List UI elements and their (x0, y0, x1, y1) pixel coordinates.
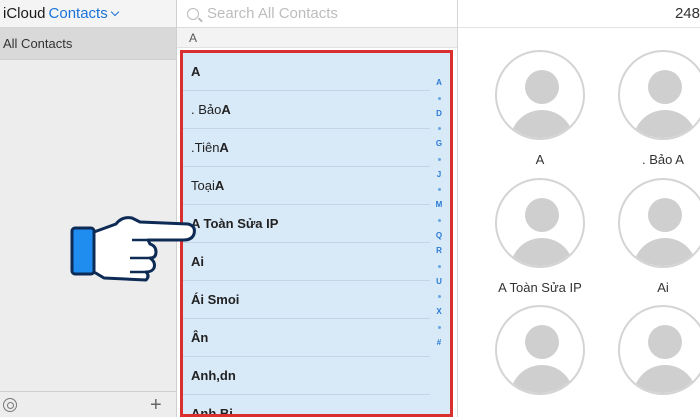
search-icon (187, 7, 199, 20)
avatar-body-icon (633, 365, 697, 393)
contact-name: A (221, 102, 231, 117)
index-dot[interactable] (437, 295, 441, 298)
index-letter[interactable]: M (436, 197, 443, 213)
avatar-head-icon (648, 198, 682, 232)
index-dot[interactable] (437, 188, 441, 191)
contact-name: Ái Smoi (191, 292, 240, 307)
contact-count: 248 (674, 5, 700, 22)
avatar-body-icon (633, 110, 697, 138)
contact-tile[interactable]: A Toàn Sửa IP (495, 178, 585, 295)
contact-row[interactable]: .Tiên A (183, 129, 430, 167)
contact-name: Ân (191, 330, 209, 345)
avatar-body-icon (510, 365, 574, 393)
tile-name: . Bảo A (642, 152, 684, 167)
contact-prefix: . Bảo (191, 102, 222, 117)
app-menu-label: Contacts (48, 5, 108, 22)
avatar-head-icon (648, 70, 682, 104)
contact-row[interactable]: Ái Smoi (183, 281, 430, 319)
avatar (618, 305, 700, 395)
contact-row[interactable]: Ân (183, 319, 430, 357)
contact-name: A (219, 140, 229, 155)
contact-row[interactable]: A (183, 53, 430, 91)
pointing-hand-icon (70, 216, 196, 282)
avatar (618, 178, 700, 268)
search-bar (177, 0, 457, 28)
group-all-contacts[interactable]: All Contacts (0, 28, 176, 60)
avatar-body-icon (510, 110, 574, 138)
gear-icon[interactable] (3, 398, 17, 412)
avatar (618, 50, 700, 140)
contact-tile[interactable]: Ai (618, 178, 700, 295)
index-letter[interactable]: A (436, 75, 442, 91)
avatar-head-icon (648, 325, 682, 359)
avatar-head-icon (525, 70, 559, 104)
app-menu-button[interactable]: Contacts (48, 5, 119, 22)
avatar (495, 305, 585, 395)
search-input[interactable] (207, 5, 437, 22)
index-dot[interactable] (437, 96, 441, 100)
section-header: A (177, 28, 457, 48)
avatar (495, 50, 585, 140)
contact-name: Anh Bi (191, 406, 233, 417)
index-dot[interactable] (437, 157, 441, 161)
contact-list-pane: A A . Bảo A .Tiên A Toại A A Toàn Sửa IP… (177, 0, 458, 417)
contact-row[interactable]: . Bảo A (183, 91, 430, 129)
contact-row[interactable]: Toại A (183, 167, 430, 205)
index-letter[interactable]: D (436, 106, 442, 122)
index-dot[interactable] (437, 264, 441, 268)
index-letter[interactable]: X (436, 304, 441, 320)
index-letter[interactable]: G (436, 136, 442, 152)
group-label: All Contacts (3, 36, 73, 51)
contact-row[interactable]: Ai (183, 243, 430, 281)
contact-row[interactable]: A Toàn Sửa IP (183, 205, 430, 243)
index-letter[interactable]: R (436, 243, 442, 259)
index-dot[interactable] (437, 218, 441, 222)
index-letter[interactable]: # (437, 335, 441, 351)
index-letter[interactable]: Q (436, 228, 442, 244)
add-contact-button[interactable]: + (150, 395, 162, 415)
index-dot[interactable] (437, 127, 441, 130)
alphabet-index: A D G J M Q R U X # (433, 75, 445, 350)
contact-prefix: .Tiên (191, 140, 220, 155)
contact-tile[interactable] (618, 305, 700, 395)
contact-row[interactable]: Anh Bi (183, 395, 430, 417)
avatar (495, 178, 585, 268)
contact-tile[interactable]: . Bảo A (618, 50, 700, 167)
contact-tile[interactable]: A (495, 50, 585, 167)
brand-label: iCloud (3, 5, 46, 22)
tile-name: A (535, 152, 545, 167)
avatar-body-icon (633, 238, 697, 266)
index-dot[interactable] (437, 325, 441, 329)
contact-name: A (191, 64, 201, 79)
card-grid-pane: 248 A . Bảo A A Toàn Sửa IP Ai (458, 0, 700, 417)
contact-list: A . Bảo A .Tiên A Toại A A Toàn Sửa IP A… (180, 50, 453, 417)
card-topbar: 248 (458, 0, 700, 28)
avatar-body-icon (510, 238, 574, 266)
sidebar: iCloud Contacts All Contacts + (0, 0, 177, 417)
tile-name: A Toàn Sửa IP (498, 280, 582, 295)
avatar-head-icon (525, 198, 559, 232)
contact-name: A (214, 178, 225, 193)
chevron-down-icon (110, 7, 119, 16)
avatar-head-icon (525, 325, 559, 359)
sidebar-header: iCloud Contacts (0, 0, 176, 28)
index-letter[interactable]: U (436, 274, 442, 290)
contact-prefix: Toại (191, 178, 215, 193)
contact-row[interactable]: Anh,dn (183, 357, 430, 395)
contact-name: Anh,dn (191, 368, 236, 383)
contact-name: A Toàn Sửa IP (191, 216, 279, 231)
sidebar-footer: + (0, 391, 176, 417)
index-letter[interactable]: J (437, 167, 441, 183)
contact-tile[interactable] (495, 305, 585, 395)
tile-name: Ai (657, 280, 669, 295)
